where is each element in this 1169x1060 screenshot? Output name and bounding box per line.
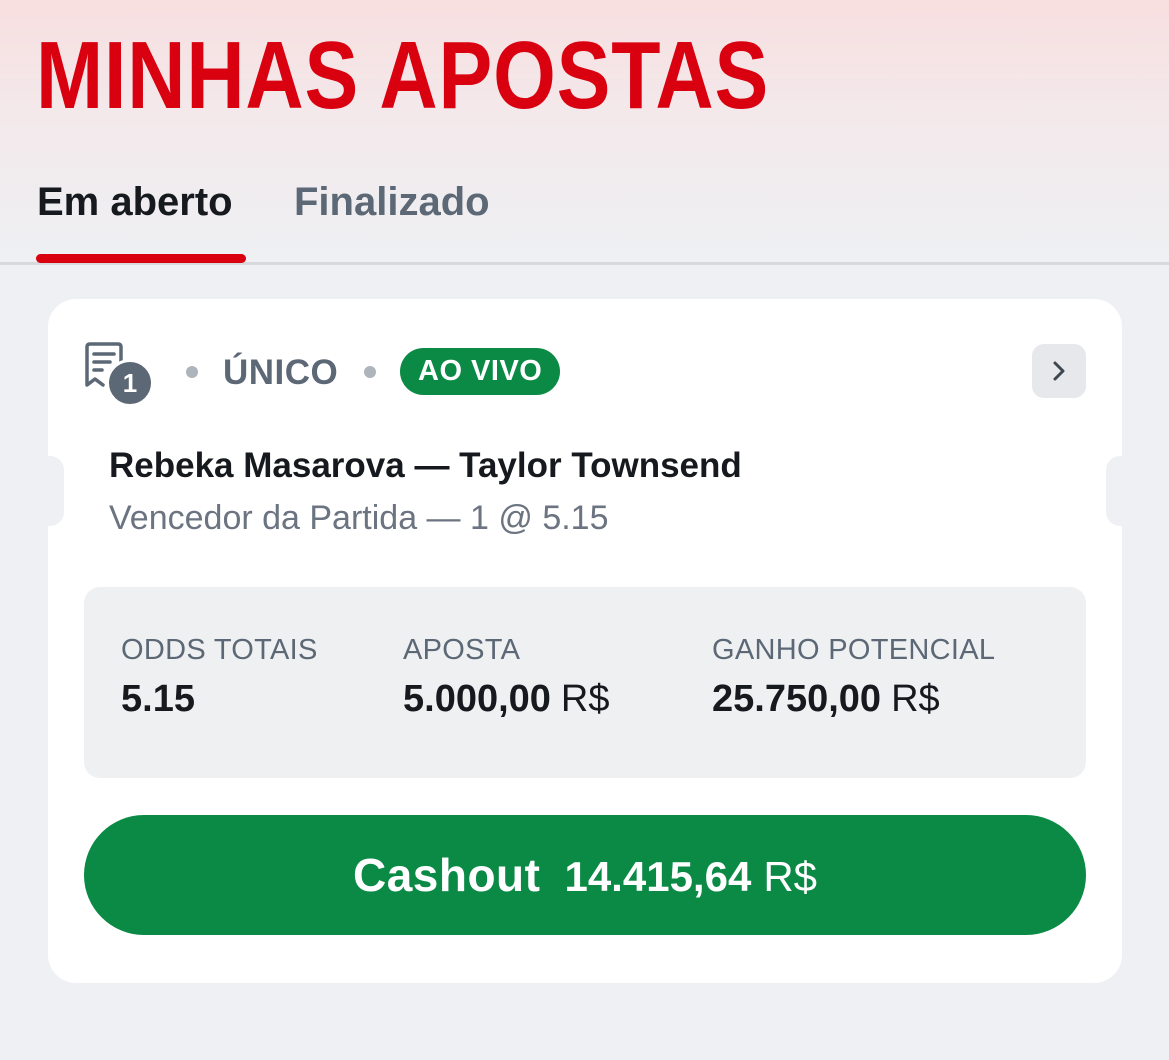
potential-win-stat: GANHO POTENCIAL 25.750,00 R$ <box>712 631 995 721</box>
tab-bar: Em aberto Finalizado <box>0 160 1169 265</box>
potential-win-currency: R$ <box>891 678 940 720</box>
tab-settled-bets[interactable]: Finalizado <box>294 178 490 226</box>
potential-win-value-row: 25.750,00 R$ <box>712 677 995 721</box>
bet-details-button[interactable] <box>1032 344 1086 398</box>
ticket-notch-right <box>1106 456 1122 526</box>
stake-stat: APOSTA 5.000,00 R$ <box>403 631 610 721</box>
stake-currency: R$ <box>560 678 610 720</box>
cashout-content: Cashout 14.415,64 R$ <box>353 815 817 947</box>
cashout-amount: 14.415,64 <box>564 853 752 900</box>
stake-value: 5.000,00 <box>403 678 551 720</box>
cashout-label: Cashout <box>352 849 541 901</box>
selection-count-badge: 1 <box>106 359 154 407</box>
stake-value-row: 5.000,00 R$ <box>403 677 610 721</box>
live-status-badge: AO VIVO <box>400 348 561 395</box>
potential-win-value: 25.750,00 <box>712 678 882 720</box>
tab-open-bets[interactable]: Em aberto <box>37 178 233 226</box>
potential-win-label: GANHO POTENCIAL <box>712 634 996 666</box>
total-odds-label: ODDS TOTAIS <box>121 634 318 666</box>
market-selection: Vencedor da Partida — 1 @ 5.15 <box>109 499 609 537</box>
ticket-notch-left <box>48 456 64 526</box>
cashout-button[interactable]: Cashout 14.415,64 R$ <box>84 815 1086 935</box>
page-title: MINHAS APOSTAS <box>36 22 770 129</box>
total-odds-stat: ODDS TOTAIS 5.15 <box>121 631 318 721</box>
chevron-right-icon <box>1053 361 1065 381</box>
separator-dot <box>364 366 376 378</box>
bet-card[interactable]: 1 ÚNICO AO VIVO Rebeka Masarova — Taylor… <box>48 299 1122 983</box>
bet-summary-box: ODDS TOTAIS 5.15 APOSTA 5.000,00 R$ GANHO… <box>84 587 1086 778</box>
separator-dot <box>186 366 198 378</box>
stake-label: APOSTA <box>403 634 521 666</box>
match-title: Rebeka Masarova — Taylor Townsend <box>109 446 742 485</box>
total-odds-value: 5.15 <box>121 678 195 720</box>
bet-type-label: ÚNICO <box>223 353 339 392</box>
cashout-currency: R$ <box>763 853 818 900</box>
active-tab-indicator <box>36 254 246 263</box>
